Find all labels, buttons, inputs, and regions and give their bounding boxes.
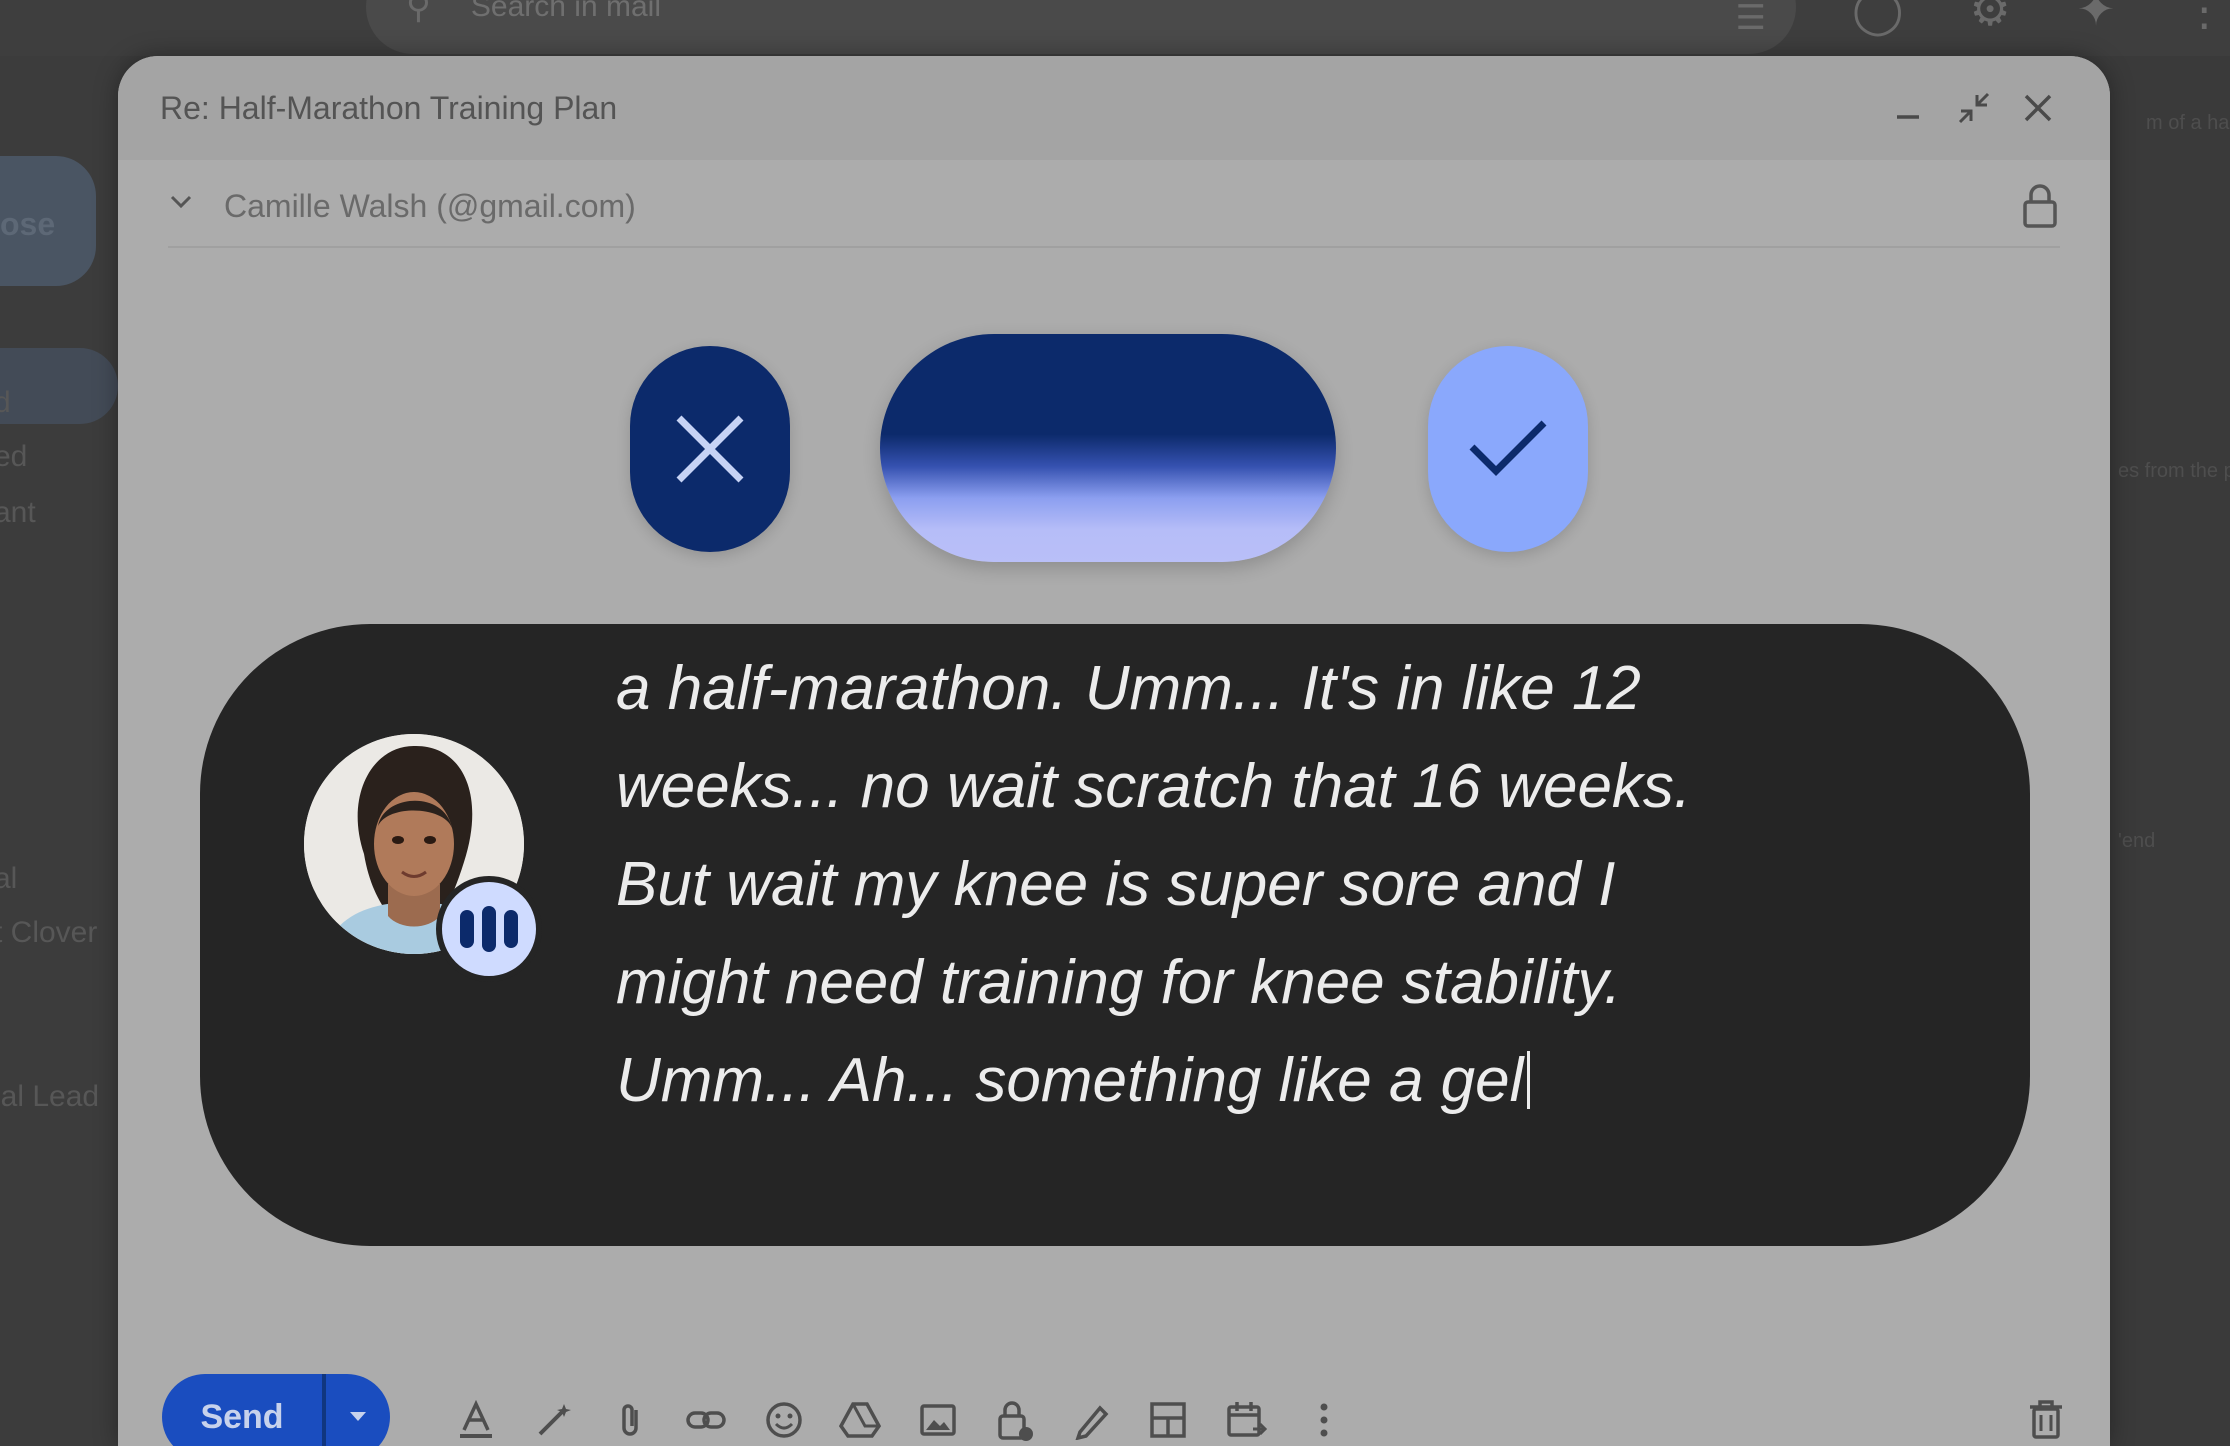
background-snippet: es from the p xyxy=(2118,460,2230,482)
transcript-text: a half-marathon. Umm... It's in like 12 … xyxy=(616,640,1916,1130)
chevron-down-icon[interactable] xyxy=(168,188,194,214)
lock-icon[interactable] xyxy=(2020,182,2060,230)
send-options-button[interactable] xyxy=(326,1374,390,1446)
background-snippet: m of a hal xyxy=(2146,112,2230,134)
tune-icon: ☰ xyxy=(1735,0,1766,37)
compose-title: Re: Half-Marathon Training Plan xyxy=(160,90,618,126)
confidential-lock-icon[interactable] xyxy=(992,1398,1036,1442)
magic-wand-icon[interactable] xyxy=(532,1398,576,1442)
background-nav-item: ial Lead xyxy=(0,1080,100,1113)
text-cursor xyxy=(1527,1051,1531,1109)
send-button-group: Send xyxy=(162,1374,390,1446)
close-icon xyxy=(676,415,744,483)
compose-header: Re: Half-Marathon Training Plan xyxy=(118,56,2110,160)
background-nav-item: t Clover xyxy=(0,916,98,949)
background-nav-item: d xyxy=(0,386,11,419)
background-nav-item: ed xyxy=(0,440,28,473)
dictation-transcript-card: a half-marathon. Umm... It's in like 12 … xyxy=(200,624,2030,1246)
speaker-avatar-group xyxy=(304,734,544,990)
cancel-dictation-button[interactable] xyxy=(630,346,790,552)
more-options-icon[interactable] xyxy=(1302,1398,1346,1442)
background-nav-item: al xyxy=(0,862,18,895)
attach-icon[interactable] xyxy=(608,1398,652,1442)
background-nav-item: ant xyxy=(0,496,36,529)
signature-pen-icon[interactable] xyxy=(1070,1398,1114,1442)
confirm-dictation-button[interactable] xyxy=(1428,346,1588,552)
recipient-row[interactable]: Camille Walsh (@gmail.com) xyxy=(168,166,2060,248)
layout-icon[interactable] xyxy=(1146,1398,1190,1442)
search-icon: ⚲ xyxy=(406,0,431,26)
minimize-button[interactable] xyxy=(1886,86,1930,130)
format-text-icon[interactable] xyxy=(454,1398,498,1442)
emoji-icon[interactable] xyxy=(762,1398,806,1442)
transcript-line: But wait my knee is super sore and I xyxy=(616,850,1616,919)
close-icon xyxy=(2024,94,2052,122)
settings-icon: ⚙ xyxy=(1969,0,2011,35)
compose-toolbar: Send xyxy=(118,1316,2110,1446)
apps-icon: ⋮ xyxy=(2181,0,2228,35)
gemini-icon: ✦ xyxy=(2076,0,2116,35)
close-button[interactable] xyxy=(2016,86,2060,130)
dropdown-arrow-icon xyxy=(350,1412,366,1421)
drive-icon[interactable] xyxy=(838,1398,882,1442)
transcript-line: weeks... no wait scratch that 16 weeks. xyxy=(616,752,1692,821)
transcript-line: a half-marathon. Umm... It's in like 12 xyxy=(616,654,1641,723)
link-icon[interactable] xyxy=(684,1398,728,1442)
transcript-line: Umm... Ah... something like a gel xyxy=(616,1046,1524,1115)
background-compose-button: ose xyxy=(0,156,96,286)
background-top-icons: ◯ ⚙ ✦ ⋮ xyxy=(1852,0,2227,36)
check-icon xyxy=(1469,420,1547,476)
compose-dialog: Re: Half-Marathon Training Plan Camille … xyxy=(118,56,2110,1446)
delete-trash-icon[interactable] xyxy=(2024,1398,2068,1442)
schedule-calendar-icon[interactable] xyxy=(1224,1398,1268,1442)
help-icon: ◯ xyxy=(1852,0,1904,35)
photo-icon[interactable] xyxy=(916,1398,960,1442)
background-right-panel: m of a hal es from the p 'end xyxy=(2110,56,2230,1446)
background-snippet: 'end xyxy=(2118,830,2156,852)
transcript-line: might need training for knee stability. xyxy=(616,948,1622,1017)
audio-bars-icon xyxy=(436,876,542,982)
recipient-field[interactable]: Camille Walsh (@gmail.com) xyxy=(224,188,636,225)
background-search-bar: ⚲ Search in mail ☰ xyxy=(366,0,1796,54)
search-placeholder: Search in mail xyxy=(470,0,661,23)
exit-fullscreen-icon xyxy=(1958,92,1990,124)
background-nav-active xyxy=(0,348,118,424)
send-button[interactable]: Send xyxy=(162,1374,322,1446)
background-sidebar: ose d ed ant al t Clover ial Lead xyxy=(0,56,120,1446)
minimize-icon xyxy=(1897,115,1919,119)
voice-waveform-indicator xyxy=(880,334,1336,562)
transcript-line-last: Umm... Ah... something like a gel xyxy=(616,1032,1916,1130)
exit-fullscreen-button[interactable] xyxy=(1952,86,1996,130)
